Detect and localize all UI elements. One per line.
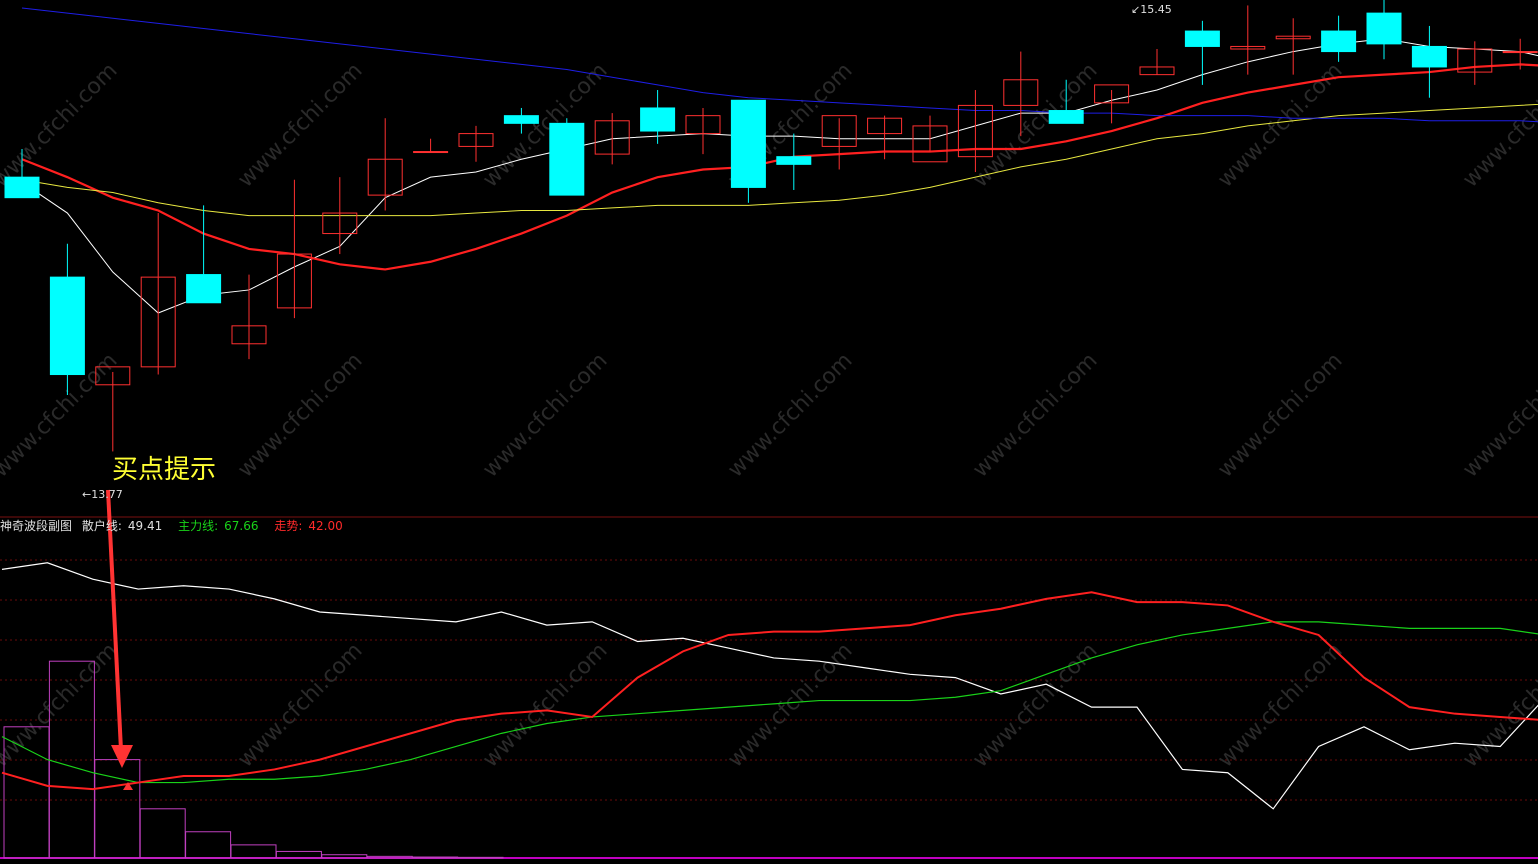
candle-body <box>1321 30 1357 53</box>
candle <box>1184 20 1220 85</box>
legend-retail-value: 49.41 <box>127 519 163 533</box>
candle <box>685 107 721 155</box>
histogram-bar <box>230 844 277 859</box>
watermark-text: www.cfchi.com <box>968 58 1102 192</box>
watermark-text: www.cfchi.com <box>1458 58 1538 192</box>
candle <box>186 205 222 304</box>
candle-body <box>640 107 676 132</box>
watermark-layer: www.cfchi.com www.cfchi.com www.cfchi.com w… <box>0 58 1538 772</box>
candle-body <box>1048 110 1084 124</box>
histogram-bar <box>321 854 368 859</box>
candle-body <box>1366 12 1402 45</box>
candle-body <box>730 99 766 188</box>
candle <box>413 138 449 154</box>
legend-trend-value: 42.00 <box>308 519 343 533</box>
legend-retail-line: 散户线: 49.41 <box>82 519 168 533</box>
legend-main-label: 主力线: <box>178 519 219 533</box>
histogram-bar <box>457 856 504 859</box>
low-price-marker: ←13.77 <box>82 488 123 501</box>
legend-main-value: 67.66 <box>224 519 259 533</box>
histogram-bar <box>185 831 232 859</box>
candle-body <box>413 151 449 154</box>
indicator-legend: 神奇波段副图 散户线: 49.41 主力线: 67.66 走势: 42.00 <box>0 517 355 534</box>
high-price-marker: ↙15.45 <box>1131 3 1172 16</box>
histogram-bar <box>139 808 186 859</box>
candle <box>1411 25 1447 98</box>
candle <box>594 113 630 165</box>
watermark-text: www.cfchi.com <box>0 638 123 772</box>
low-price-value: 13.77 <box>91 488 123 501</box>
candle-body <box>1184 30 1220 47</box>
candle-body <box>4 176 40 199</box>
candle <box>140 213 176 375</box>
watermark-text: www.cfchi.com <box>1458 638 1538 772</box>
watermark-text: www.cfchi.com <box>723 638 857 772</box>
histogram-bar <box>412 856 459 859</box>
legend-trend-line: 走势: 42.00 <box>274 519 348 533</box>
legend-trend-label: 走势: <box>274 519 303 533</box>
indicator-title: 神奇波段副图 <box>0 519 73 533</box>
watermark-text: www.cfchi.com <box>478 348 612 482</box>
candle <box>1366 0 1402 60</box>
candle <box>458 125 494 162</box>
watermark-text: www.cfchi.com <box>478 638 612 772</box>
legend-retail-label: 散户线: <box>81 519 122 533</box>
candle <box>276 179 312 319</box>
candle-body <box>1411 45 1447 68</box>
watermark-text: www.cfchi.com <box>478 58 612 192</box>
candle <box>367 118 403 211</box>
candle-body <box>49 276 85 376</box>
watermark-text: www.cfchi.com <box>723 348 857 482</box>
watermark-text: www.cfchi.com <box>1458 348 1538 482</box>
candle <box>730 99 766 203</box>
candle-body <box>1502 51 1538 54</box>
candle-body <box>503 115 539 124</box>
watermark-text: www.cfchi.com <box>233 348 367 482</box>
buy-point-annotation: 买点提示 <box>112 455 217 485</box>
candle-body <box>776 156 812 165</box>
indicator-line <box>1 621 1538 784</box>
candle <box>549 118 585 196</box>
candle-body <box>186 274 222 304</box>
candle <box>821 115 857 170</box>
stock-chart: www.cfchi.com www.cfchi.com www.cfchi.com w… <box>0 0 1538 859</box>
candle <box>1230 5 1266 75</box>
watermark-text: www.cfchi.com <box>1213 348 1347 482</box>
watermark-text: www.cfchi.com <box>233 58 367 192</box>
candle <box>1321 15 1357 62</box>
watermark-text: www.cfchi.com <box>1213 638 1347 772</box>
watermark-text: www.cfchi.com <box>968 348 1102 482</box>
watermark-text: www.cfchi.com <box>968 638 1102 772</box>
watermark-text: www.cfchi.com <box>0 58 123 192</box>
candle-body <box>549 122 585 196</box>
legend-main-line: 主力线: 67.66 <box>178 519 264 533</box>
candle <box>49 243 85 396</box>
arrow-head <box>111 745 133 768</box>
candle <box>1275 18 1311 75</box>
candle <box>1139 49 1175 76</box>
high-price-value: 15.45 <box>1140 3 1172 16</box>
candle <box>231 274 267 360</box>
